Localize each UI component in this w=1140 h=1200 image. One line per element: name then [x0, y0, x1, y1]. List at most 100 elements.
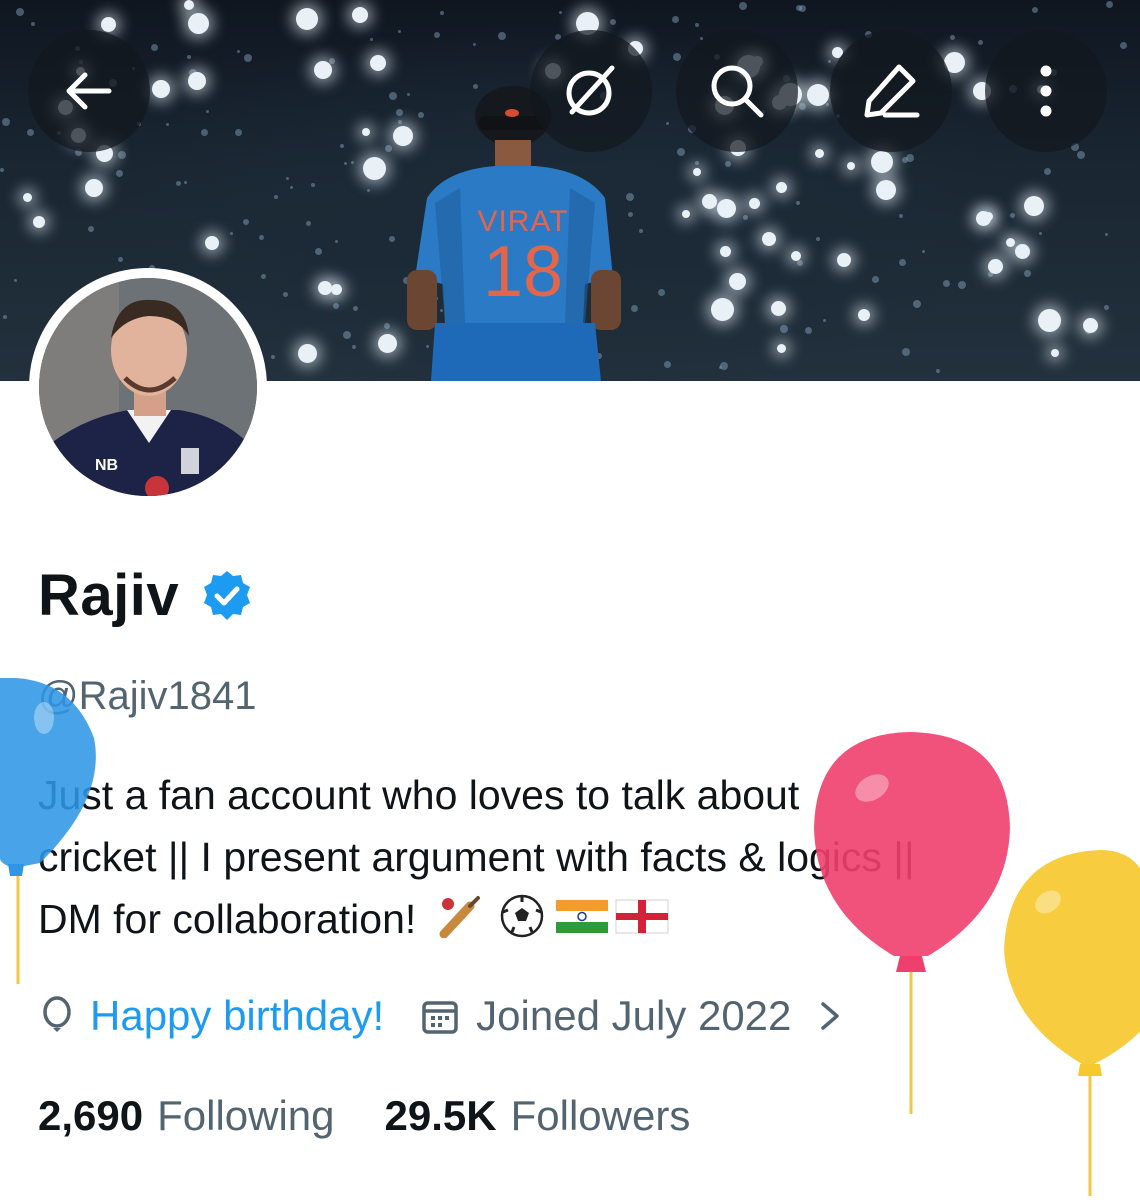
- crowd-speck: [184, 181, 187, 184]
- crowd-light: [318, 281, 332, 295]
- crowd-speck: [398, 120, 402, 124]
- crowd-light: [188, 72, 206, 90]
- crowd-speck: [389, 236, 395, 242]
- crowd-speck: [498, 32, 506, 40]
- crowd-light: [363, 157, 386, 180]
- crowd-speck: [201, 129, 208, 136]
- crowd-speck: [14, 279, 17, 282]
- crowd-speck: [31, 22, 35, 26]
- crowd-speck: [88, 226, 94, 232]
- crowd-speck: [899, 259, 906, 266]
- crowd-speck: [743, 215, 748, 220]
- crowd-speck: [118, 257, 123, 262]
- bio-line: Just a fan account who loves to talk abo…: [38, 772, 800, 818]
- followers-label: Followers: [510, 1092, 691, 1139]
- crowd-speck: [116, 170, 123, 177]
- crowd-speck: [816, 237, 820, 241]
- crowd-light: [362, 128, 370, 136]
- crowd-light: [378, 334, 397, 353]
- grok-button[interactable]: [530, 30, 652, 152]
- crowd-speck: [352, 345, 356, 349]
- crowd-speck: [2, 118, 10, 126]
- following-count: 2,690: [38, 1092, 144, 1139]
- follow-stats: 2,690 Following 29.5K Followers: [38, 1092, 690, 1140]
- bio-emojis: [434, 894, 670, 939]
- india-flag-icon: [556, 900, 609, 934]
- crowd-speck: [936, 369, 940, 373]
- crowd-light: [720, 246, 731, 257]
- birthday-link[interactable]: Happy birthday!: [90, 992, 384, 1040]
- crowd-speck: [1120, 42, 1127, 49]
- crowd-speck: [367, 189, 370, 192]
- crowd-speck: [1104, 305, 1109, 310]
- crowd-speck: [351, 161, 354, 164]
- following-link[interactable]: 2,690 Following: [38, 1092, 335, 1140]
- crowd-speck: [902, 348, 910, 356]
- crowd-speck: [370, 38, 373, 41]
- crowd-light: [682, 210, 690, 218]
- profile-name: Rajiv: [38, 563, 180, 628]
- crowd-light: [717, 199, 736, 218]
- crowd-speck: [1077, 151, 1085, 159]
- calendar-icon: [422, 1001, 458, 1034]
- crowd-speck: [797, 260, 803, 266]
- search-button[interactable]: [676, 30, 798, 152]
- crowd-speck: [344, 162, 347, 165]
- crowd-light: [184, 0, 194, 10]
- crowd-speck: [1032, 7, 1038, 13]
- england-flag-icon: [615, 899, 669, 934]
- crowd-speck: [237, 50, 240, 53]
- crowd-speck: [389, 92, 397, 100]
- profile-avatar[interactable]: NB: [29, 268, 267, 506]
- crowd-light: [1051, 349, 1059, 357]
- following-label: Following: [157, 1092, 335, 1139]
- crowd-light: [776, 182, 787, 193]
- verified-badge-icon[interactable]: [199, 568, 255, 624]
- crowd-speck: [340, 144, 344, 148]
- crowd-speck: [950, 35, 955, 40]
- crowd-light: [984, 212, 993, 221]
- crowd-speck: [290, 186, 293, 189]
- crowd-light: [777, 344, 786, 353]
- crowd-speck: [906, 154, 914, 162]
- crowd-speck: [943, 280, 950, 287]
- edit-button[interactable]: [830, 30, 952, 152]
- crowd-speck: [695, 23, 699, 27]
- crowd-speck: [677, 148, 685, 156]
- cricket-bat-icon: [439, 896, 481, 939]
- crowd-speck: [739, 2, 747, 10]
- crowd-speck: [335, 240, 338, 243]
- crowd-speck: [1106, 1, 1113, 8]
- profile-meta-row: Happy birthday! Joined July 2022: [40, 992, 847, 1040]
- crowd-speck: [978, 40, 983, 45]
- crowd-speck: [672, 16, 679, 23]
- crowd-light: [847, 162, 855, 170]
- crowd-speck: [796, 201, 800, 205]
- edit-icon: [864, 64, 920, 118]
- crowd-speck: [666, 122, 669, 125]
- crowd-speck: [1010, 213, 1015, 218]
- crowd-light: [837, 253, 851, 267]
- profile-handle: @Rajiv1841: [38, 674, 257, 718]
- grok-icon: [566, 65, 615, 116]
- crowd-speck: [343, 331, 351, 339]
- crowd-speck: [473, 43, 476, 46]
- followers-link[interactable]: 29.5K Followers: [385, 1092, 691, 1140]
- back-button[interactable]: [28, 30, 150, 152]
- crowd-speck: [958, 281, 966, 289]
- bio-line-3: DM for collaboration!: [38, 888, 1098, 950]
- crowd-speck: [385, 145, 392, 152]
- crowd-light: [762, 232, 776, 246]
- crowd-light: [85, 179, 103, 197]
- crowd-speck: [16, 8, 24, 16]
- chevron-right-icon[interactable]: [813, 996, 847, 1036]
- profile-bio: Just a fan account who loves to talk abo…: [38, 764, 1098, 950]
- crowd-speck: [286, 177, 289, 180]
- crowd-light: [749, 198, 760, 209]
- crowd-light: [1015, 244, 1030, 259]
- crowd-light: [331, 284, 342, 295]
- svg-text:NB: NB: [95, 457, 118, 474]
- more-button[interactable]: [985, 30, 1107, 152]
- crowd-speck: [206, 110, 209, 113]
- crowd-light: [1006, 238, 1015, 247]
